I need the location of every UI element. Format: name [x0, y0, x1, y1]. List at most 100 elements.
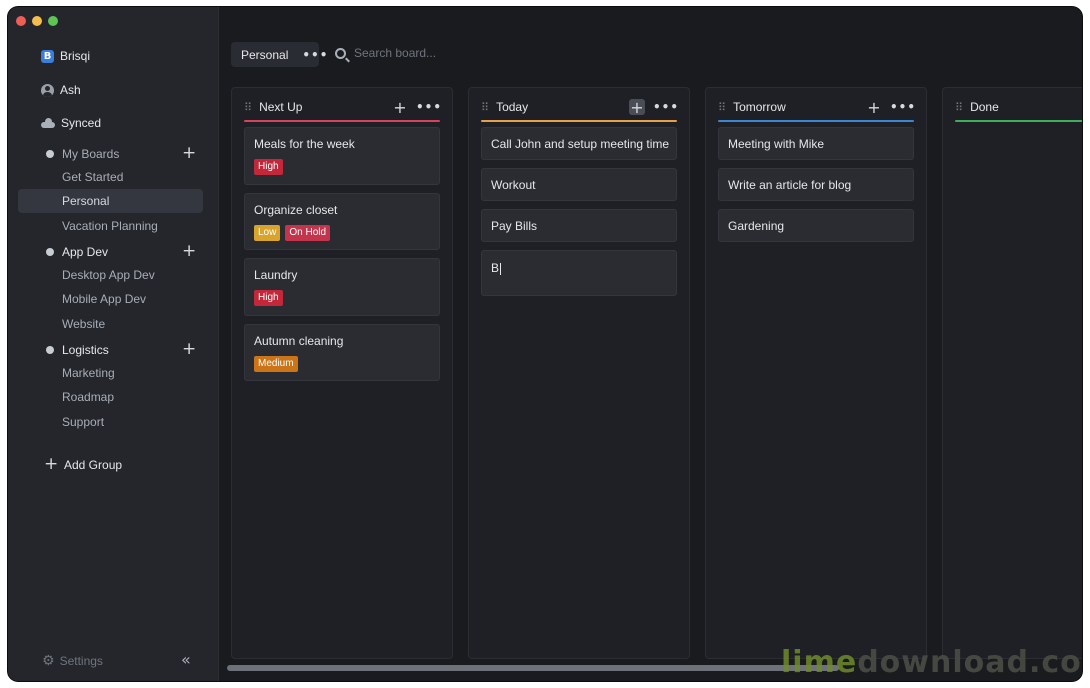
board-name: Personal [241, 47, 289, 62]
group-label: Logistics [62, 342, 109, 357]
minimize-window-button[interactable] [32, 16, 42, 26]
board-selector[interactable]: Personal ••• [231, 42, 327, 67]
sidebar-item-vacation-planning[interactable]: Vacation Planning [62, 219, 158, 233]
card[interactable]: Organize closet Low On Hold [244, 193, 440, 250]
column-accent-line [244, 120, 440, 122]
column-header: ⠿ Tomorrow + ••• [718, 98, 916, 117]
column-title[interactable]: Done [970, 100, 1082, 114]
priority-badge: High [254, 159, 283, 175]
sidebar-item-personal[interactable]: Personal [62, 194, 109, 208]
sidebar-item-roadmap[interactable]: Roadmap [62, 390, 114, 404]
column-title[interactable]: Tomorrow [733, 100, 866, 114]
priority-badge: Medium [254, 356, 298, 372]
new-card-editor[interactable]: B [481, 250, 677, 296]
group-logistics[interactable]: Logistics + [46, 341, 196, 358]
card-title: Write an article for blog [728, 178, 852, 192]
collapse-sidebar-icon[interactable]: « [181, 650, 191, 669]
plus-icon: + [44, 454, 59, 474]
card-title: Workout [491, 178, 536, 192]
column-next-up: ⠿ Next Up + ••• Meals for the week High … [231, 87, 453, 659]
sidebar-item-website[interactable]: Website [62, 317, 105, 331]
settings-label: Settings [59, 654, 103, 668]
column-accent-line [955, 120, 1082, 122]
brand-name: Brisqi [60, 49, 91, 63]
status-badge: On Hold [285, 225, 331, 241]
gear-icon: ⚙ [42, 653, 55, 669]
add-card-icon[interactable]: + [392, 98, 408, 117]
group-label: App Dev [62, 244, 109, 259]
column-accent-line [481, 120, 677, 122]
card-title: Call John and setup meeting time [491, 137, 670, 151]
active-item-highlight [18, 189, 203, 213]
column-title[interactable]: Today [496, 100, 629, 114]
priority-badge: High [254, 290, 283, 306]
zoom-window-button[interactable] [48, 16, 58, 26]
close-window-button[interactable] [16, 16, 26, 26]
user-account[interactable]: Ash [41, 83, 81, 97]
app-window: B Brisqi Ash Synced My Boards + Get Star… [8, 7, 1082, 681]
watermark-logo: limedownload.com [781, 645, 1082, 680]
add-card-icon[interactable]: + [628, 98, 645, 117]
sync-status-label: Synced [61, 116, 102, 130]
column-more-icon[interactable]: ••• [890, 100, 916, 114]
brisqi-logo-icon: B [41, 49, 54, 63]
column-done: ⠿ Done [942, 87, 1082, 659]
add-board-icon[interactable]: + [182, 243, 196, 260]
group-dot-icon [46, 149, 54, 158]
search-board[interactable]: Search board... [335, 46, 436, 60]
drag-handle-icon[interactable]: ⠿ [955, 101, 963, 114]
drag-handle-icon[interactable]: ⠿ [718, 101, 726, 114]
card[interactable]: Call John and setup meeting time [481, 127, 677, 160]
card-title: Meals for the week [254, 137, 355, 151]
drag-handle-icon[interactable]: ⠿ [244, 101, 252, 114]
card-title: Gardening [728, 219, 785, 233]
card[interactable]: Gardening [718, 209, 914, 242]
column-header: ⠿ Done [955, 98, 1082, 116]
drag-handle-icon[interactable]: ⠿ [481, 101, 489, 114]
card-title: Laundry [254, 268, 298, 282]
add-group-button[interactable]: + Add Group [44, 456, 122, 473]
sidebar-item-get-started[interactable]: Get Started [62, 170, 123, 184]
group-app-dev[interactable]: App Dev + [46, 243, 196, 260]
sidebar-item-mobile-app-dev[interactable]: Mobile App Dev [62, 292, 146, 306]
board-more-icon[interactable]: ••• [302, 48, 328, 62]
card-title: Organize closet [254, 203, 338, 217]
new-card-input[interactable]: B [491, 261, 502, 275]
group-my-boards[interactable]: My Boards + [46, 145, 196, 162]
column-more-icon[interactable]: ••• [653, 100, 679, 114]
group-dot-icon [46, 345, 54, 354]
card-title: Meeting with Mike [728, 137, 825, 151]
card[interactable]: Laundry High [244, 258, 440, 316]
card[interactable]: Autumn cleaning Medium [244, 324, 440, 381]
group-dot-icon [46, 247, 54, 256]
priority-badge: Low [254, 225, 281, 241]
add-card-icon[interactable]: + [866, 98, 882, 117]
group-label: My Boards [62, 146, 120, 161]
add-board-icon[interactable]: + [182, 341, 196, 358]
card[interactable]: Meals for the week High [244, 127, 440, 185]
column-header: ⠿ Today + ••• [481, 98, 679, 117]
card[interactable]: Write an article for blog [718, 168, 914, 201]
settings-button[interactable]: ⚙ Settings [42, 653, 103, 669]
sidebar-item-support[interactable]: Support [62, 415, 104, 429]
sync-status[interactable]: Synced [41, 116, 101, 130]
horizontal-scrollbar[interactable] [227, 665, 839, 671]
add-board-icon[interactable]: + [182, 145, 196, 162]
card-title: Pay Bills [491, 219, 538, 233]
sidebar-item-desktop-app-dev[interactable]: Desktop App Dev [62, 268, 155, 282]
user-name: Ash [60, 83, 81, 97]
brand: B Brisqi [41, 49, 90, 63]
card[interactable]: Workout [481, 168, 677, 201]
column-more-icon[interactable]: ••• [416, 100, 442, 114]
card-title: Autumn cleaning [254, 334, 344, 348]
card[interactable]: Meeting with Mike [718, 127, 914, 160]
column-title[interactable]: Next Up [259, 100, 392, 114]
user-icon [41, 83, 54, 97]
watermark-part2: download.com [857, 645, 1082, 680]
search-input[interactable]: Search board... [354, 46, 436, 60]
card[interactable]: Pay Bills [481, 209, 677, 242]
sidebar-item-marketing[interactable]: Marketing [62, 366, 115, 380]
column-header: ⠿ Next Up + ••• [244, 98, 442, 117]
watermark-part1: lime [781, 645, 858, 680]
search-icon [335, 47, 346, 59]
